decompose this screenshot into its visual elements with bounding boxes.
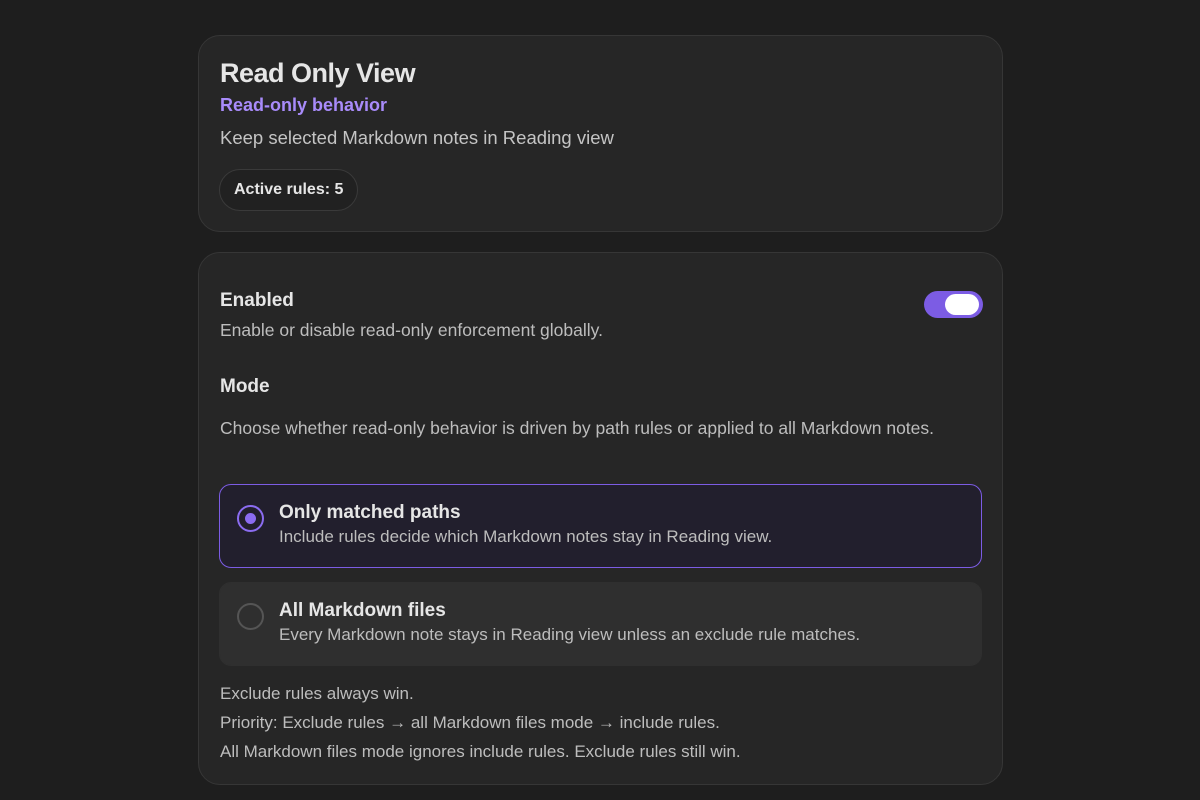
option-description: Include rules decide which Markdown note…	[279, 527, 773, 546]
page-description: Keep selected Markdown notes in Reading …	[220, 127, 614, 148]
enabled-setting-name: Enabled	[220, 290, 294, 311]
mode-setting-name: Mode	[220, 376, 270, 397]
page-subtitle: Read-only behavior	[220, 95, 388, 115]
radio-selected-icon[interactable]	[237, 505, 264, 532]
page-title: Read Only View	[220, 58, 416, 88]
enabled-setting-description: Enable or disable read-only enforcement …	[220, 320, 603, 340]
note-exclude-win: Exclude rules always win.	[220, 684, 414, 703]
mode-option-only-matched-paths[interactable]: Only matched paths Include rules decide …	[219, 484, 982, 568]
mode-option-all-markdown-files[interactable]: All Markdown files Every Markdown note s…	[219, 582, 982, 666]
settings-card: Enabled Enable or disable read-only enfo…	[198, 252, 1003, 785]
enabled-toggle[interactable]	[924, 291, 983, 318]
mode-setting-description: Choose whether read-only behavior is dri…	[220, 418, 935, 438]
option-description: Every Markdown note stays in Reading vie…	[279, 625, 861, 644]
header-card: Read Only View Read-only behavior Keep s…	[198, 35, 1003, 232]
active-rules-badge: Active rules: 5	[219, 169, 359, 211]
toggle-knob	[945, 294, 979, 315]
note-priority: Priority: Exclude rules → all Markdown f…	[220, 713, 720, 732]
option-title: All Markdown files	[279, 600, 446, 621]
radio-unselected-icon[interactable]	[237, 603, 264, 630]
option-title: Only matched paths	[279, 502, 461, 523]
note-ignores-include: All Markdown files mode ignores include …	[220, 742, 741, 761]
